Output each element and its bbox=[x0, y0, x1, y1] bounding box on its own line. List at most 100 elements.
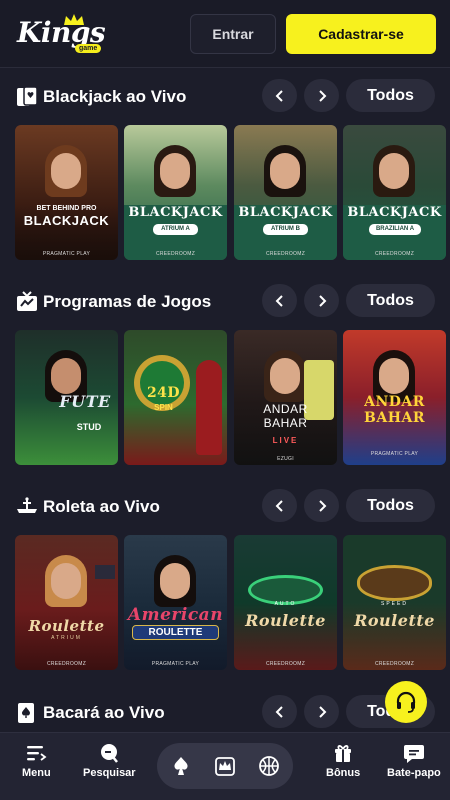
bonus-label: Bônus bbox=[326, 767, 361, 779]
section-header: Roleta ao Vivo Todos bbox=[0, 489, 450, 529]
chevron-left-icon bbox=[275, 294, 283, 307]
game-card-title: American bbox=[127, 605, 224, 625]
game-card-title: ANDAR BAHAR bbox=[364, 394, 425, 426]
spade-icon[interactable] bbox=[169, 754, 193, 778]
menu-icon bbox=[27, 746, 47, 761]
chevron-left-icon bbox=[275, 705, 283, 718]
playing-card-icon bbox=[17, 86, 38, 106]
game-card-sub: AUTO bbox=[274, 601, 297, 607]
section-roulette: Roleta ao Vivo Todos Roulette ATRIUM CRE… bbox=[0, 489, 450, 670]
game-card-title: BLACKJACK bbox=[23, 213, 110, 228]
crown-icon bbox=[64, 13, 84, 25]
carousel-next-button[interactable] bbox=[304, 695, 339, 728]
game-card-provider: CREEDROOMZ bbox=[265, 251, 306, 257]
chevron-right-icon bbox=[318, 705, 326, 718]
game-card-provider: CREEDROOMZ bbox=[155, 251, 196, 257]
game-card-title: BLACKJACK bbox=[347, 205, 442, 220]
kings-logo[interactable]: Kings game bbox=[15, 13, 110, 54]
view-all-button[interactable]: Todos bbox=[346, 284, 435, 317]
carousel-prev-button[interactable] bbox=[262, 489, 297, 522]
section-header: Programas de Jogos Todos bbox=[0, 284, 450, 324]
game-card[interactable]: SPEED Roulette CREEDROOMZ bbox=[343, 535, 446, 670]
game-card-tag: BRAZILIAN A bbox=[369, 224, 421, 235]
search-icon bbox=[101, 744, 119, 763]
crown-icon[interactable] bbox=[213, 754, 237, 778]
game-card-provider: CREEDROOMZ bbox=[374, 661, 415, 667]
tv-icon bbox=[17, 291, 37, 311]
game-card-sub: ROULETTE bbox=[132, 625, 219, 640]
game-card-provider: EZUGI bbox=[277, 456, 294, 462]
section-header: Blackjack ao Vivo Todos bbox=[0, 79, 450, 119]
menu-button[interactable]: Menu bbox=[22, 743, 51, 779]
chevron-right-icon bbox=[318, 499, 326, 512]
spade-card-icon bbox=[18, 703, 34, 723]
game-card-provider: CREEDROOMZ bbox=[265, 661, 306, 667]
section-baccarat: Bacará ao Vivo Todos bbox=[0, 695, 450, 735]
chat-icon bbox=[403, 745, 424, 763]
game-card[interactable]: BLACKJACK ATRIUM A CREEDROOMZ bbox=[124, 125, 227, 260]
section-title: Bacará ao Vivo bbox=[43, 703, 165, 722]
view-all-button[interactable]: Todos bbox=[346, 79, 435, 112]
game-card[interactable]: 24D SPIN bbox=[124, 330, 227, 465]
section-blackjack: Blackjack ao Vivo Todos BET BEHIND PRO B… bbox=[0, 79, 450, 260]
game-card[interactable]: BLACKJACK ATRIUM B CREEDROOMZ bbox=[234, 125, 337, 260]
headset-icon bbox=[396, 691, 416, 713]
carousel-prev-button[interactable] bbox=[262, 79, 297, 112]
top-header: Kings game Entrar Cadastrar-se bbox=[0, 0, 450, 68]
game-card[interactable]: Roulette ATRIUM CREEDROOMZ bbox=[15, 535, 118, 670]
section-game-shows: Programas de Jogos Todos FUTE STUD 24D S… bbox=[0, 284, 450, 465]
category-switcher bbox=[157, 743, 293, 789]
search-button[interactable]: Pesquisar bbox=[83, 743, 136, 779]
game-card[interactable]: American ROULETTE PRAGMATIC PLAY bbox=[124, 535, 227, 670]
gift-icon bbox=[335, 745, 352, 762]
bonus-button[interactable]: Bônus bbox=[326, 743, 360, 779]
game-card-pre: BET BEHIND PRO bbox=[36, 205, 97, 212]
game-card[interactable]: BLACKJACK BRAZILIAN A CREEDROOMZ bbox=[343, 125, 446, 260]
chevron-left-icon bbox=[275, 89, 283, 102]
login-button[interactable]: Entrar bbox=[190, 14, 276, 54]
game-card-title: BLACKJACK bbox=[128, 205, 223, 220]
game-card-title: Roulette bbox=[354, 611, 435, 630]
game-card-provider: CREEDROOMZ bbox=[46, 661, 87, 667]
register-button[interactable]: Cadastrar-se bbox=[286, 14, 436, 54]
section-header: Bacará ao Vivo Todos bbox=[0, 695, 450, 735]
game-card[interactable]: ANDAR BAHAR PRAGMATIC PLAY bbox=[343, 330, 446, 465]
game-card-title: Roulette bbox=[28, 617, 105, 635]
carousel-next-button[interactable] bbox=[304, 489, 339, 522]
chat-label: Bate-papo bbox=[387, 767, 441, 779]
chat-button[interactable]: Bate-papo bbox=[387, 743, 441, 779]
game-card[interactable]: ANDAR BAHAR LIVE EZUGI bbox=[234, 330, 337, 465]
game-carousel: FUTE STUD 24D SPIN ANDAR BAHAR LIVE EZUG… bbox=[15, 330, 450, 466]
game-card-tag: ATRIUM A bbox=[153, 224, 198, 235]
game-carousel: BET BEHIND PRO BLACKJACK PRAGMATIC PLAY … bbox=[15, 125, 450, 261]
game-card-sub: STUD bbox=[76, 422, 102, 432]
support-button[interactable] bbox=[385, 681, 427, 723]
menu-label: Menu bbox=[22, 767, 51, 779]
search-label: Pesquisar bbox=[83, 767, 136, 779]
game-card-provider: PRAGMATIC PLAY bbox=[370, 451, 419, 457]
game-card-title: ANDAR BAHAR bbox=[263, 402, 308, 430]
bottom-navigation: Menu Pesquisar Bônus Bate-papo bbox=[0, 732, 450, 800]
carousel-prev-button[interactable] bbox=[262, 284, 297, 317]
game-card[interactable]: FUTE STUD bbox=[15, 330, 118, 465]
chevron-right-icon bbox=[318, 294, 326, 307]
chevron-right-icon bbox=[318, 89, 326, 102]
carousel-next-button[interactable] bbox=[304, 284, 339, 317]
basketball-icon[interactable] bbox=[257, 754, 281, 778]
game-card-sub: LIVE bbox=[272, 436, 299, 445]
game-card[interactable]: AUTO Roulette CREEDROOMZ bbox=[234, 535, 337, 670]
section-title: Roleta ao Vivo bbox=[43, 497, 160, 516]
game-card-tag: ATRIUM B bbox=[263, 224, 308, 235]
section-title: Blackjack ao Vivo bbox=[43, 87, 187, 106]
roulette-icon bbox=[17, 497, 37, 513]
game-card-title: BLACKJACK bbox=[238, 205, 333, 220]
game-card[interactable]: BET BEHIND PRO BLACKJACK PRAGMATIC PLAY bbox=[15, 125, 118, 260]
game-card-provider: PRAGMATIC PLAY bbox=[151, 661, 200, 667]
view-all-button[interactable]: Todos bbox=[346, 489, 435, 522]
game-card-title: Roulette bbox=[245, 611, 326, 630]
carousel-prev-button[interactable] bbox=[262, 695, 297, 728]
carousel-next-button[interactable] bbox=[304, 79, 339, 112]
game-card-provider: PRAGMATIC PLAY bbox=[42, 251, 91, 257]
game-card-title: FUTE bbox=[59, 392, 111, 411]
section-title: Programas de Jogos bbox=[43, 292, 212, 311]
